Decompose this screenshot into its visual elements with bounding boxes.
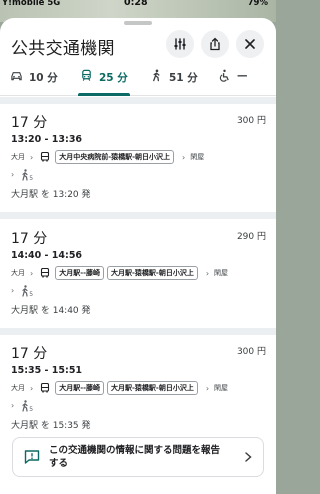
origin-label: 大月: [11, 269, 25, 277]
departure-info: 大月駅 を 14:40 発: [11, 306, 91, 316]
chevron-right-icon: ›: [11, 170, 15, 179]
report-problem-button[interactable]: この交通機関の情報に関する問題を報告する: [12, 437, 264, 477]
sliders-icon: [174, 38, 186, 50]
chevron-right-icon: ›: [205, 383, 210, 393]
route-duration: 17 分: [11, 115, 48, 131]
route-steps: 大月 › 大月駅--藤崎 大月駅-猿橋駅-朝日小沢上 › 閑屋: [11, 381, 228, 395]
chevron-right-icon: ›: [11, 286, 15, 295]
tab-walking[interactable]: 51 分: [150, 69, 198, 96]
departure-info: 大月駅 を 15:35 発: [11, 421, 91, 431]
chevron-right-icon: ›: [182, 152, 186, 162]
battery-level: 79%: [247, 0, 268, 8]
bus-icon: [41, 268, 50, 278]
chevron-right-icon: ›: [30, 268, 34, 278]
share-icon: [210, 37, 220, 51]
walk-minutes: 5: [29, 291, 34, 298]
route-steps-continued: › 5: [11, 398, 33, 413]
filter-button[interactable]: [166, 30, 194, 58]
destination-label: 閑屋: [214, 384, 229, 392]
carrier-label: Y!mobile 5G: [2, 0, 61, 8]
section-divider: [0, 97, 276, 104]
chevron-right-icon: [245, 452, 252, 462]
destination-label: 閑屋: [214, 269, 229, 277]
route-times: 14:40 - 14:56: [11, 250, 83, 261]
close-icon: [245, 39, 255, 49]
tab-driving[interactable]: 10 分: [10, 70, 58, 96]
bus-line-chip: 大月駅--藤崎: [55, 381, 105, 395]
chevron-right-icon: ›: [30, 383, 34, 393]
section-divider: [0, 328, 276, 335]
wheelchair-icon: [219, 69, 229, 82]
status-bar: Y!mobile 5G 0:28 79%: [0, 0, 276, 10]
close-button[interactable]: [236, 30, 264, 58]
chevron-right-icon: ›: [30, 152, 34, 162]
route-option[interactable]: 17 分 300 円 13:20 - 13:36 大月 › 大月中央病院前-猿橋…: [0, 112, 276, 212]
train-icon: [82, 69, 91, 81]
route-times: 15:35 - 15:51: [11, 365, 83, 376]
bus-icon: [41, 383, 50, 393]
spacer: [0, 431, 276, 435]
route-price: 300 円: [236, 347, 266, 357]
route-steps-continued: › 5: [11, 167, 33, 182]
route-steps-continued: › 5: [11, 283, 33, 298]
chevron-right-icon: ›: [205, 268, 210, 278]
tab-transit-label: 25 分: [99, 72, 128, 84]
route-option[interactable]: 17 分 290 円 14:40 - 14:56 大月 › 大月駅--藤崎 大月…: [0, 228, 276, 328]
section-divider: [0, 212, 276, 219]
feedback-icon: [24, 450, 40, 464]
walk-icon: [153, 69, 160, 82]
tab-walking-label: 51 分: [169, 72, 198, 84]
tab-accessible-label: —: [237, 70, 248, 82]
route-times: 13:20 - 13:36: [11, 134, 83, 145]
route-price: 290 円: [236, 232, 266, 242]
route-steps: 大月 › 大月中央病院前-猿橋駅-朝日小沢上 › 閑屋: [11, 150, 204, 164]
bus-icon: [41, 152, 50, 162]
bus-line-chip: 大月駅--藤崎: [55, 266, 105, 280]
bottom-sheet: 公共交通機関 10 分 25 分 51 分 — 17 分 300 円 13:20…: [0, 18, 276, 494]
origin-label: 大月: [11, 153, 25, 161]
bus-line-chip: 大月駅-猿橋駅-朝日小沢上: [107, 266, 198, 280]
destination-label: 閑屋: [190, 153, 205, 161]
travel-mode-tabs: 10 分 25 分 51 分 —: [0, 64, 276, 96]
report-problem-label: この交通機関の情報に関する問題を報告する: [49, 445, 221, 469]
share-button[interactable]: [201, 30, 229, 58]
walk-minutes: 5: [29, 175, 34, 182]
bus-line-chip: 大月駅-猿橋駅-朝日小沢上: [107, 381, 198, 395]
route-option[interactable]: 17 分 300 円 15:35 - 15:51 大月 › 大月駅--藤崎 大月…: [0, 343, 276, 443]
chevron-right-icon: ›: [11, 401, 15, 410]
route-duration: 17 分: [11, 231, 48, 247]
clock: 0:28: [124, 0, 148, 8]
route-steps: 大月 › 大月駅--藤崎 大月駅-猿橋駅-朝日小沢上 › 閑屋: [11, 266, 228, 280]
tab-transit[interactable]: 25 分: [78, 69, 130, 96]
walk-minutes: 5: [29, 406, 34, 413]
car-icon: [11, 72, 22, 81]
page-title: 公共交通機関: [11, 39, 115, 59]
departure-info: 大月駅 を 13:20 発: [11, 190, 91, 200]
origin-label: 大月: [11, 384, 25, 392]
bus-line-chip: 大月中央病院前-猿橋駅-朝日小沢上: [55, 150, 175, 164]
route-duration: 17 分: [11, 346, 48, 362]
route-price: 300 円: [236, 116, 266, 126]
drag-handle[interactable]: [124, 21, 152, 25]
tab-accessible[interactable]: —: [218, 69, 248, 96]
tab-driving-label: 10 分: [29, 72, 58, 84]
